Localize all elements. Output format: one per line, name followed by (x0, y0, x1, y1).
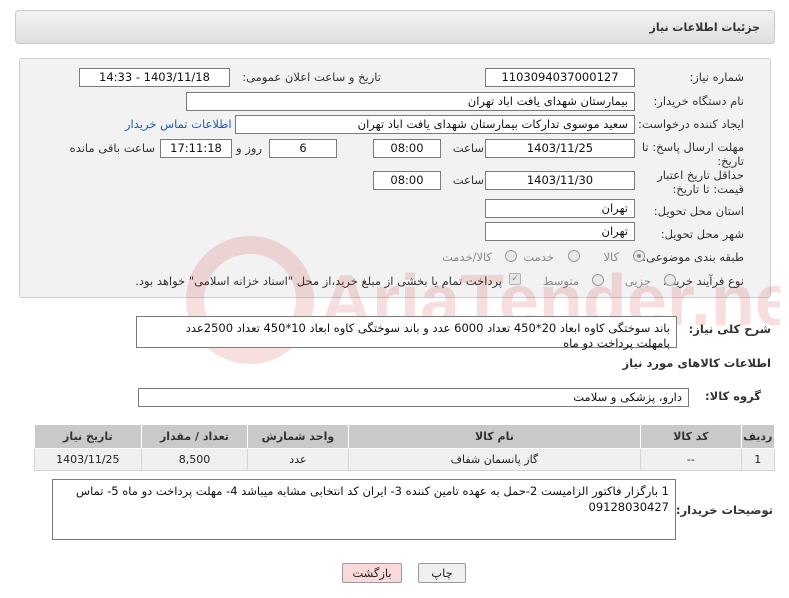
cell-need-date: 1403/11/25 (34, 448, 142, 471)
goods-group-field: دارو، پزشکی و سلامت (138, 388, 689, 407)
page-title: جزئیات اطلاعات نیاز (649, 21, 761, 34)
category-service-text: خدمت (523, 250, 554, 264)
col-item-name: نام کالا (347, 424, 642, 449)
category-goods-service-radio[interactable] (505, 250, 517, 262)
description-textarea: باند سوختگی کاوه ابعاد 20*450 تعداد 6000… (136, 316, 677, 350)
days-label: روز و (236, 141, 262, 155)
province-label: استان محل تحویل: (653, 204, 744, 218)
process-partial-radio[interactable] (664, 274, 676, 286)
buyer-org-label: نام دستگاه خریدار: (653, 94, 744, 108)
creator-field: سعید موسوی تدارکات بیمارستان شهدای یافت … (235, 115, 635, 134)
description-line-1: باند سوختگی کاوه ابعاد 20*450 تعداد 6000… (185, 321, 670, 335)
process-medium-radio[interactable] (592, 274, 604, 286)
category-goods-service-text: کالا/خدمت (441, 250, 492, 264)
col-item-code: کد کالا (640, 424, 742, 449)
reply-time-label: ساعت (452, 141, 484, 155)
page-header: جزئیات اطلاعات نیاز (15, 10, 775, 44)
reply-date-field: 1403/11/25 (485, 139, 635, 158)
price-validity-label: حداقل تاریخ اعتبار قیمت: تا تاریخ: (657, 168, 744, 196)
items-table: ردیف کد کالا نام کالا واحد شمارش تعداد /… (34, 424, 776, 471)
description-line-2: بامهلت پرداخت دو ماه (563, 336, 670, 350)
buyer-contact-link[interactable]: اطلاعات تماس خریدار (125, 117, 232, 131)
goods-section-title: اطلاعات کالاهای مورد نیاز (622, 356, 771, 370)
back-button[interactable]: بازگشت (342, 563, 402, 583)
remaining-time-field: 17:11:18 (160, 139, 232, 158)
validity-date-field: 1403/11/30 (485, 171, 635, 190)
reply-deadline-label: مهلت ارسال پاسخ: تا تاریخ: (641, 140, 744, 168)
process-medium-text: متوسط (542, 274, 579, 288)
creator-label: ایجاد کننده درخواست: (638, 117, 744, 131)
province-field: تهران (485, 199, 635, 218)
validity-time-field: 08:00 (373, 171, 441, 190)
col-need-date: تاریخ نیاز (34, 424, 142, 449)
process-partial-text: جزیی (624, 274, 651, 288)
table-row: 1 -- گاز پانسمان شفاف عدد 8,500 1403/11/… (34, 448, 776, 471)
announce-datetime-field: 1403/11/18 - 14:33 (79, 68, 230, 87)
cell-row-number: 1 (740, 448, 776, 471)
print-button[interactable]: چاپ (418, 563, 466, 583)
treasury-payment-note: پرداخت تمام یا بخشی از مبلغ خرید،از محل … (135, 274, 502, 288)
col-quantity: تعداد / مقدار (140, 424, 249, 449)
reply-time-field: 08:00 (373, 139, 441, 158)
need-number-field: 1103094037000127 (485, 68, 635, 87)
buyer-notes-line-2: 09128030427 (588, 500, 669, 514)
announce-datetime-label: تاریخ و ساعت اعلان عمومی: (242, 70, 381, 84)
category-service-radio[interactable] (568, 250, 580, 262)
category-label: طبقه بندی موضوعی: (642, 250, 744, 264)
remaining-time-label: ساعت باقی مانده (69, 141, 155, 155)
description-label: شرح کلی نیاز: (688, 322, 771, 336)
cell-item-code: -- (640, 448, 742, 471)
buyer-notes-line-1: 1 بارگزار فاکتور الزامیست 2-حمل به عهده … (76, 484, 669, 498)
goods-group-label: گروه کالا: (705, 389, 761, 403)
items-table-header: ردیف کد کالا نام کالا واحد شمارش تعداد /… (34, 424, 776, 449)
city-field: تهران (485, 222, 635, 241)
cell-item-name: گاز پانسمان شفاف (347, 448, 642, 471)
cell-unit: عدد (247, 448, 349, 471)
buyer-notes-textarea: 1 بارگزار فاکتور الزامیست 2-حمل به عهده … (52, 479, 676, 540)
category-goods-radio[interactable] (633, 250, 645, 262)
city-label: شهر محل تحویل: (660, 227, 744, 241)
buyer-org-field: بیمارستان شهدای یافت اباد تهران (186, 92, 635, 111)
cell-quantity: 8,500 (140, 448, 249, 471)
buyer-notes-label: توضیحات خریدار: (675, 503, 773, 517)
validity-time-label: ساعت (452, 173, 484, 187)
col-row-number: ردیف (740, 424, 776, 449)
need-number-label: شماره نیاز: (689, 70, 744, 84)
category-goods-text: کالا (603, 250, 619, 264)
days-remaining-field: 6 (269, 139, 337, 158)
treasury-payment-checkbox[interactable]: ✓ (509, 273, 521, 285)
col-unit: واحد شمارش (247, 424, 349, 449)
